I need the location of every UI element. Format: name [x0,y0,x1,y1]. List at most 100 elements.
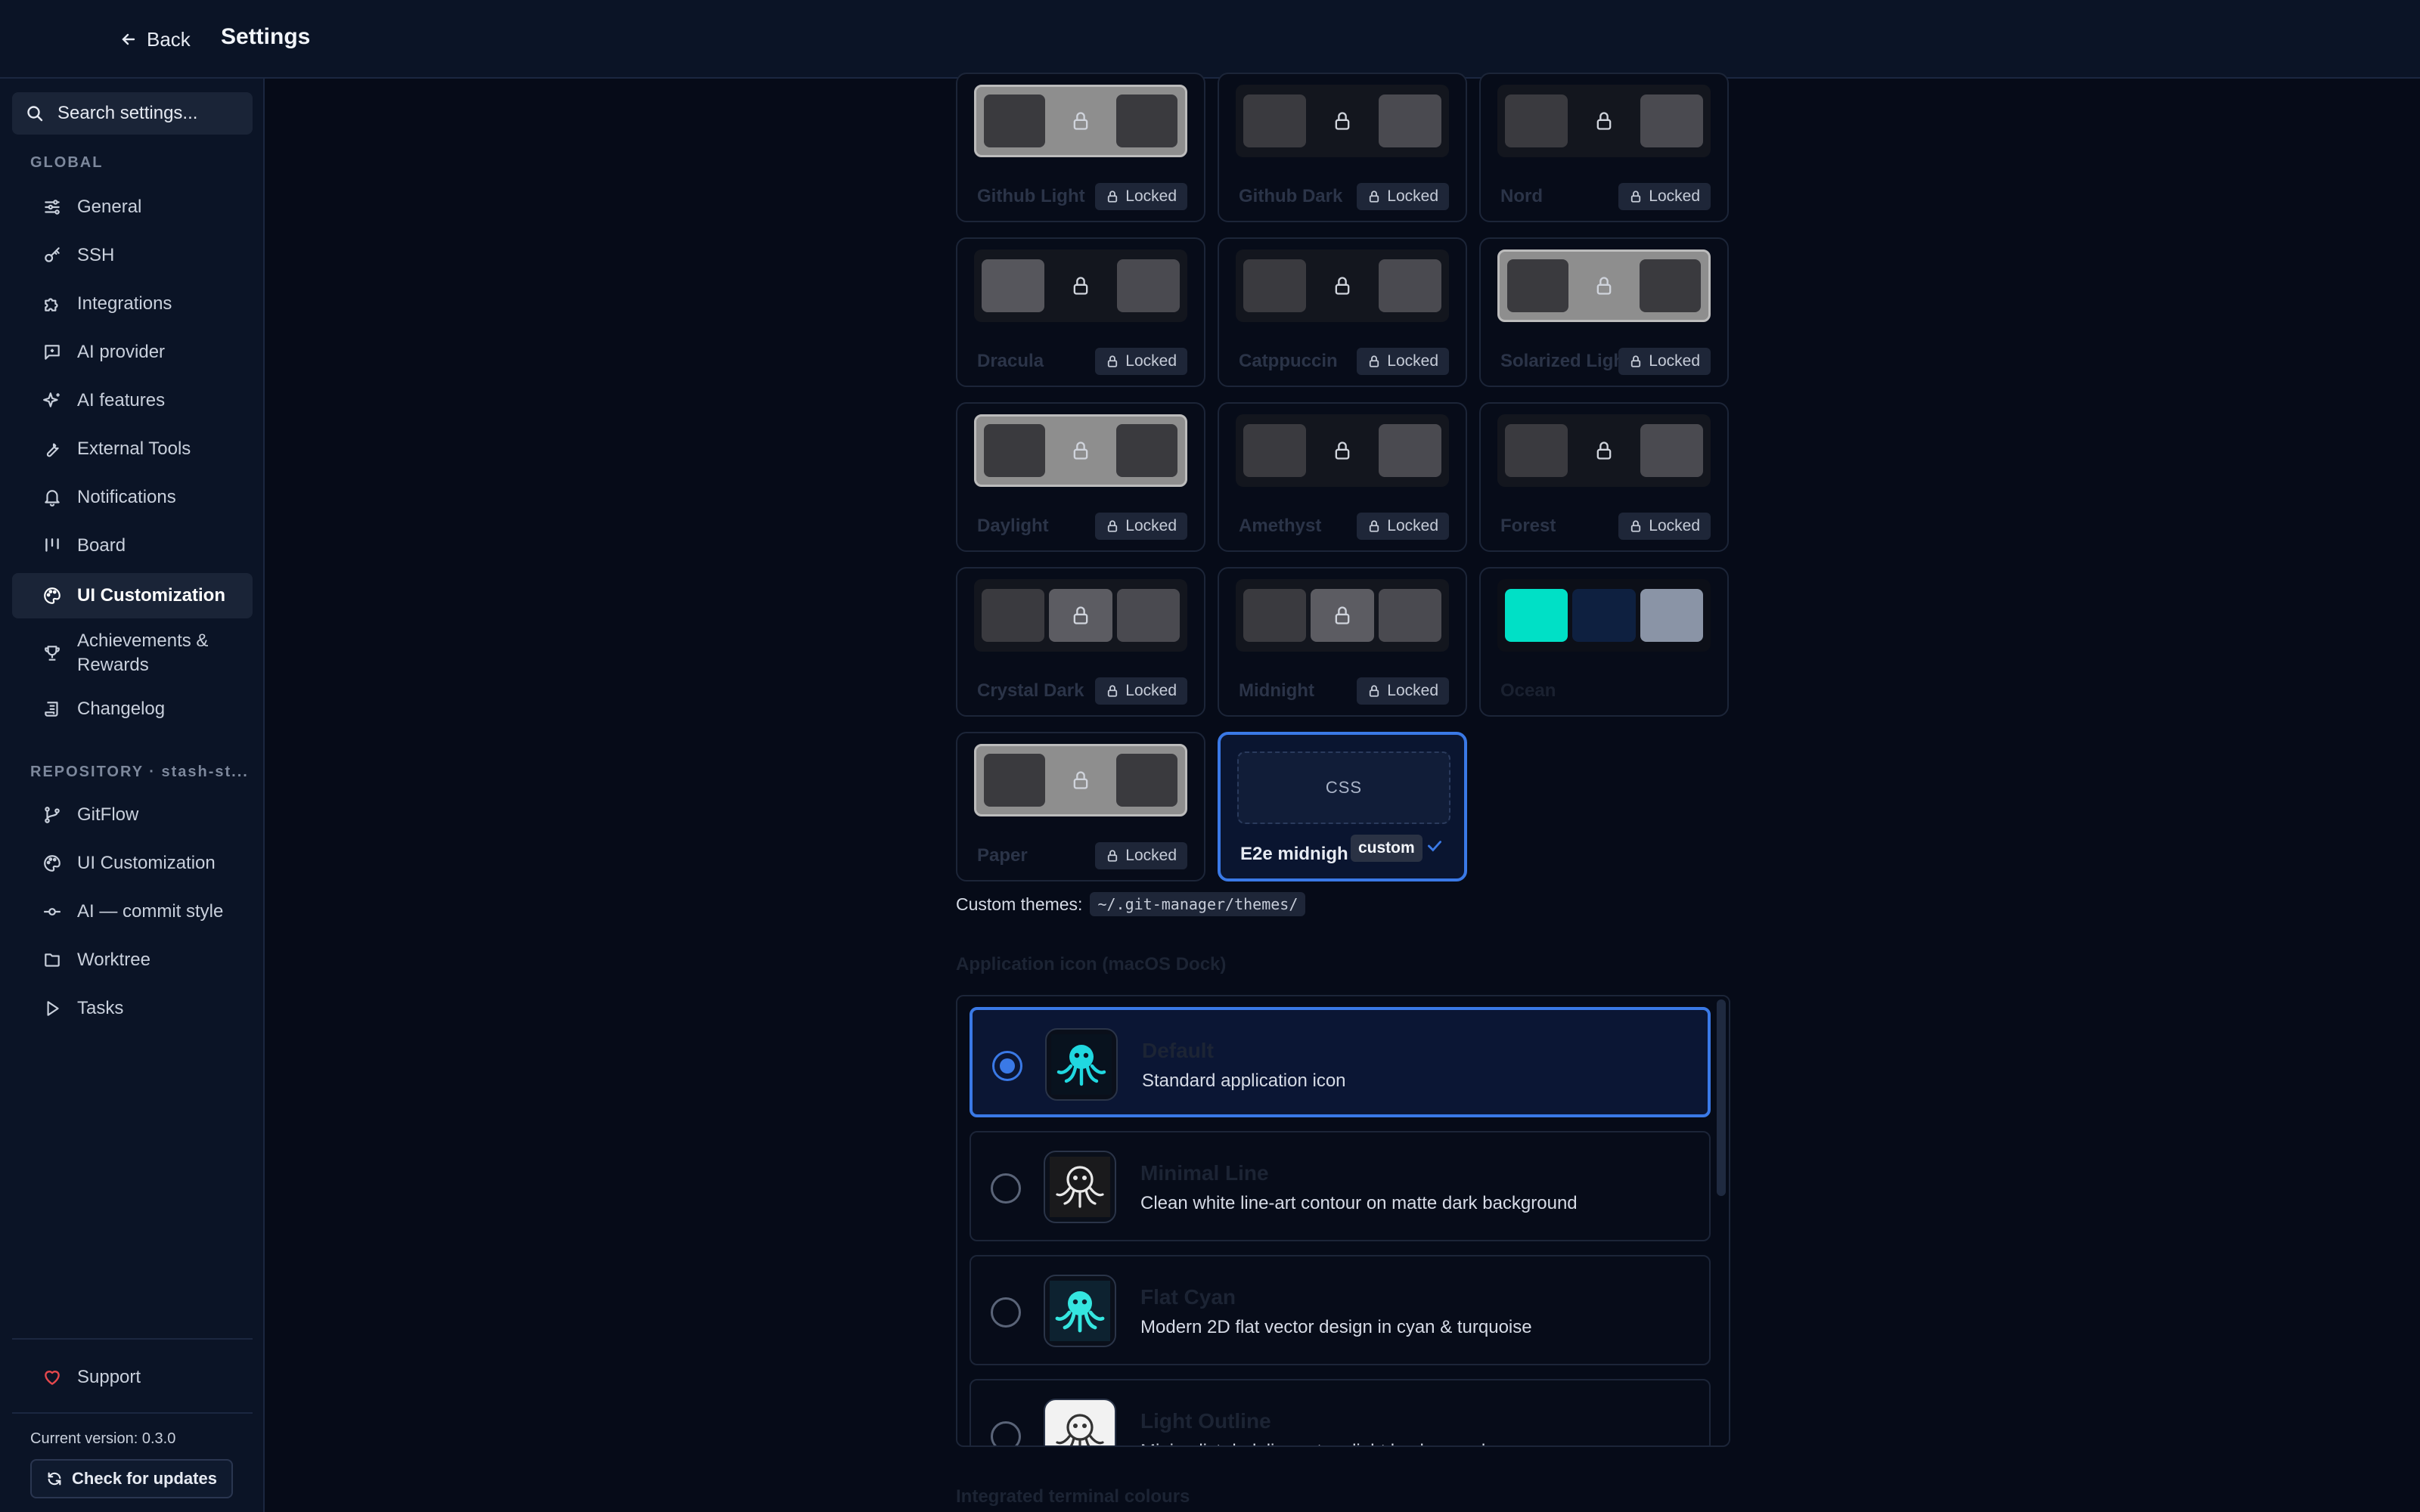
radio-button[interactable] [991,1421,1021,1445]
theme-card-github-dark[interactable]: Github Dark Locked [1218,73,1467,222]
sidebar-item-label: Tasks [77,998,124,1018]
lock-swatch [1049,259,1112,312]
theme-swatches [1497,85,1711,157]
theme-swatches [1236,414,1449,487]
theme-card-amethyst[interactable]: Amethyst Locked [1218,402,1467,552]
lock-swatch [1311,259,1373,312]
palette-icon [44,855,60,872]
lock-swatch [1572,94,1635,147]
theme-name: Crystal Dark [977,680,1084,701]
theme-card-paper[interactable]: Paper Locked [956,732,1205,881]
radio-button[interactable] [991,1173,1021,1204]
theme-card-midnight[interactable]: Midnight Locked [1218,567,1467,717]
sidebar-item-repo-ui-customization[interactable]: UI Customization [12,842,253,885]
icon-option-light-outline[interactable]: Light Outline Minimalist dark line-art o… [970,1379,1711,1445]
lock-icon [1631,191,1641,203]
sidebar-item-external-tools[interactable]: External Tools [12,428,253,470]
theme-card-e2e-midnigh[interactable]: CSS E2e midnigh custom [1218,732,1467,881]
custom-themes-label: Custom themes: [956,894,1083,914]
locked-badge: Locked [1095,842,1187,869]
sidebar-item-label: UI Customization [77,853,216,873]
theme-card-crystal-dark[interactable]: Crystal Dark Locked [956,567,1205,717]
support-button[interactable]: Support [12,1356,253,1399]
sidebar-item-tasks[interactable]: Tasks [12,987,253,1030]
color-swatch [1378,589,1441,642]
octopus-line-icon [1044,1151,1116,1223]
sidebar-item-changelog[interactable]: Changelog [12,688,253,730]
search-box[interactable] [12,92,253,135]
color-swatch [1243,259,1307,312]
lock-swatch [1311,589,1374,642]
search-icon [27,106,43,122]
theme-card-ocean[interactable]: Ocean [1479,567,1729,717]
theme-swatches [974,414,1187,487]
lock-icon [1073,112,1088,130]
theme-card-dracula[interactable]: Dracula Locked [956,237,1205,387]
color-swatch [1640,589,1703,642]
theme-name: Forest [1500,516,1556,536]
top-bar: Back Settings [0,0,2420,79]
color-swatch [982,589,1045,642]
sidebar-item-ai-features[interactable]: AI features [12,380,253,422]
lock-icon [1108,685,1118,697]
app-icon-list[interactable]: Default Standard application icon Minima… [956,995,1730,1447]
locked-label: Locked [1387,352,1438,370]
theme-swatches [1497,249,1711,322]
sidebar-item-ssh[interactable]: SSH [12,234,253,277]
color-swatch [1115,754,1177,807]
theme-card-daylight[interactable]: Daylight Locked [956,402,1205,552]
option-title: Minimal Line [1140,1161,1269,1185]
locked-label: Locked [1125,352,1177,370]
color-swatch [1378,94,1441,147]
sidebar-item-worktree[interactable]: Worktree [12,939,253,981]
theme-name: Daylight [977,516,1049,536]
sidebar-item-general[interactable]: General [12,186,253,228]
option-description: Standard application icon [1142,1070,1346,1091]
color-swatch [982,259,1045,312]
color-swatch [984,94,1046,147]
icon-option-default[interactable]: Default Standard application icon [970,1007,1711,1117]
locked-label: Locked [1387,517,1438,534]
theme-card-github-light[interactable]: Github Light Locked [956,73,1205,222]
terminal-colours-heading: Integrated terminal colours [956,1486,1190,1507]
color-swatch [1572,589,1636,642]
icon-option-flat-cyan[interactable]: Flat Cyan Modern 2D flat vector design i… [970,1255,1711,1365]
theme-swatches [1497,579,1711,652]
sidebar: GLOBAL General SSH Integrations AI provi… [0,79,265,1512]
lock-icon [1370,520,1379,532]
theme-name: Amethyst [1239,516,1322,536]
sidebar-item-board[interactable]: Board [12,525,253,567]
theme-name: Nord [1500,186,1543,206]
radio-button[interactable] [992,1051,1022,1081]
sidebar-item-ui-customization[interactable]: UI Customization [12,573,253,618]
chat-icon [45,345,60,360]
back-button[interactable]: Back [119,26,191,53]
theme-card-catppuccin[interactable]: Catppuccin Locked [1218,237,1467,387]
sidebar-item-achievements[interactable]: Achievements & Rewards [12,624,253,682]
color-swatch [984,754,1046,807]
option-description: Clean white line-art contour on matte da… [1140,1193,1578,1213]
radio-button[interactable] [991,1297,1021,1328]
search-input[interactable] [57,103,247,124]
lock-icon [1631,520,1641,532]
check-updates-button[interactable]: Check for updates [30,1459,233,1498]
custom-themes-path: ~/.git-manager/themes/ [1090,892,1306,916]
icon-option-minimal-line[interactable]: Minimal Line Clean white line-art contou… [970,1131,1711,1241]
sidebar-item-label: AI provider [77,342,166,362]
octopus-outline-icon [1044,1399,1116,1445]
theme-card-solarized-light[interactable]: Solarized Light Locked [1479,237,1729,387]
theme-card-forest[interactable]: Forest Locked [1479,402,1729,552]
lock-swatch [1050,94,1111,147]
theme-name: Solarized Light [1500,351,1631,371]
sidebar-item-gitflow[interactable]: GitFlow [12,794,253,836]
sidebar-item-commit-style[interactable]: AI — commit style [12,891,253,933]
theme-swatches [1236,85,1449,157]
scrollbar[interactable] [1717,999,1726,1196]
locked-label: Locked [1125,187,1177,205]
lock-icon [1073,277,1088,295]
sidebar-item-ai-provider[interactable]: AI provider [12,331,253,373]
sidebar-item-notifications[interactable]: Notifications [12,476,253,519]
theme-swatches [1236,249,1449,322]
sidebar-item-integrations[interactable]: Integrations [12,283,253,325]
theme-card-nord[interactable]: Nord Locked [1479,73,1729,222]
